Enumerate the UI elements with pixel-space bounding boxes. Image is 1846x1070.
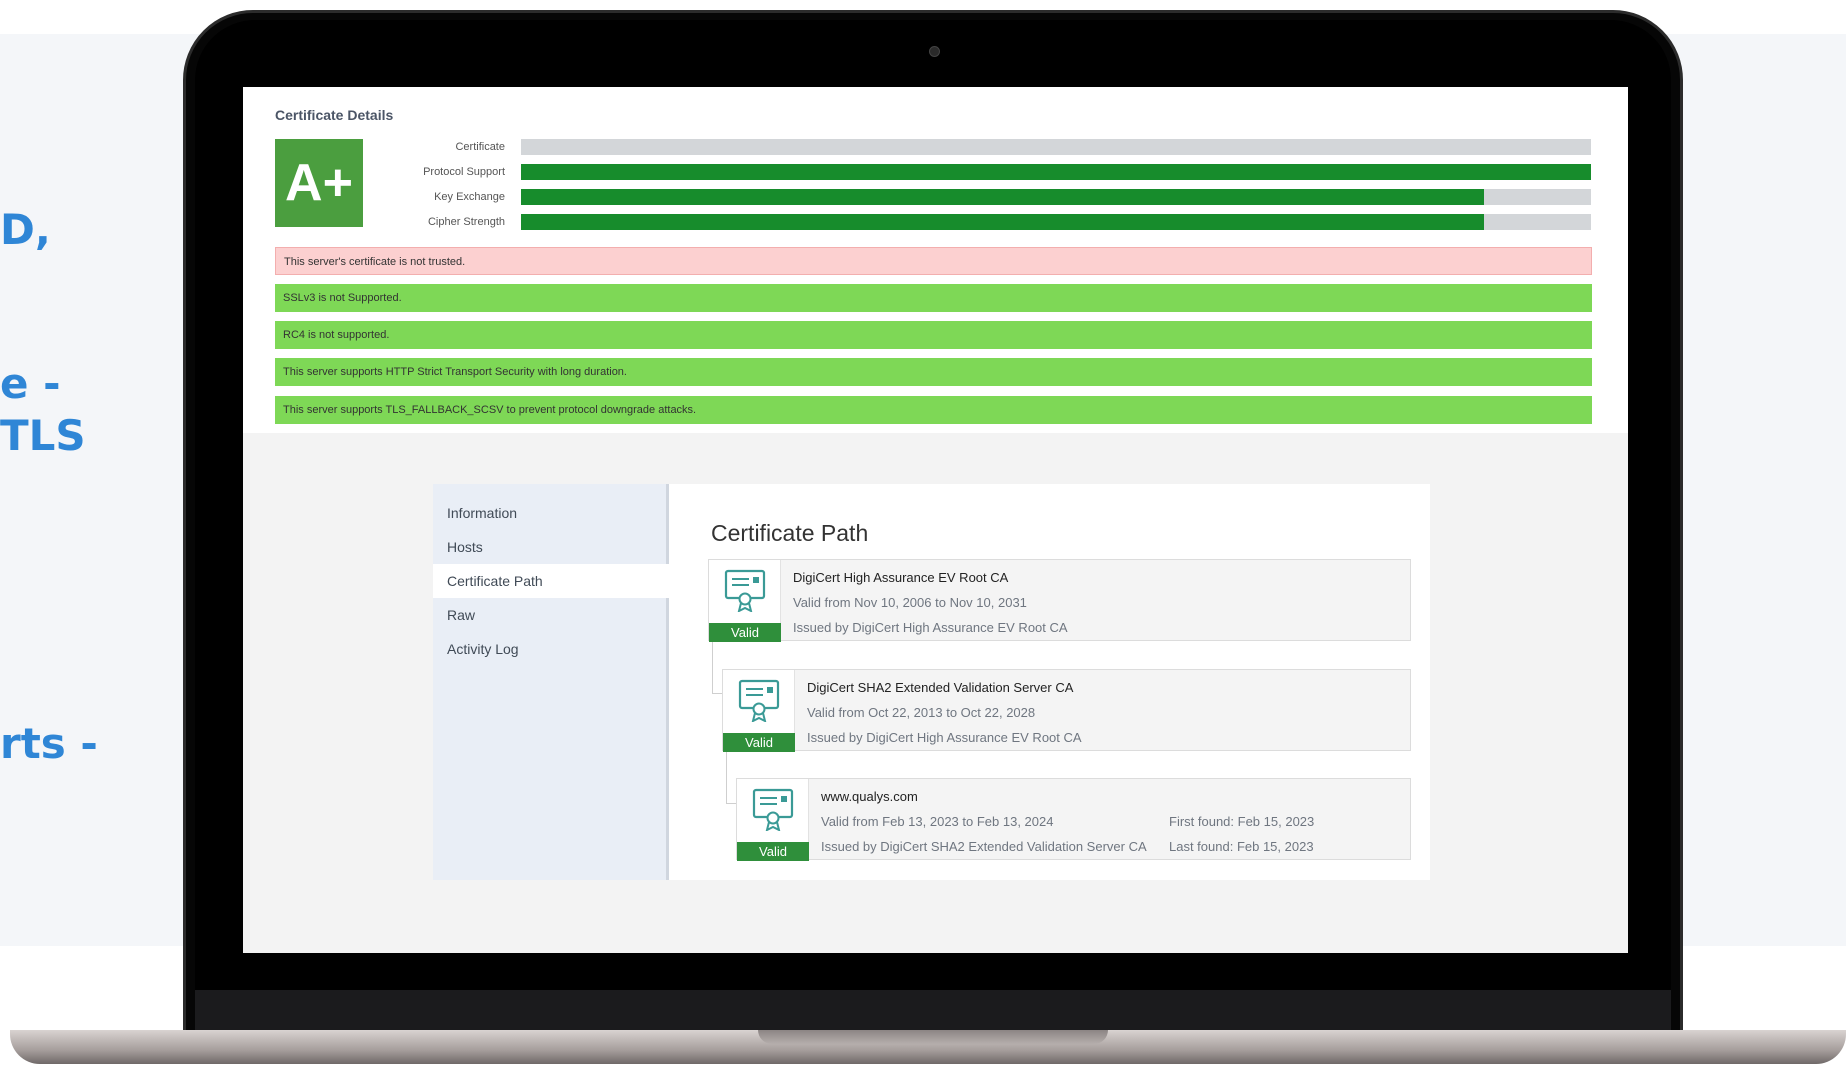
report-title: Certificate Details xyxy=(275,107,394,123)
sidebar-item-raw[interactable]: Raw xyxy=(433,598,669,632)
cert-first-found: First found: Feb 15, 2023 xyxy=(1169,814,1315,829)
certificate-path-panel: Information Hosts Certificate Path Raw A… xyxy=(433,484,1430,880)
sidebar: Information Hosts Certificate Path Raw A… xyxy=(433,484,670,880)
sidebar-item-information[interactable]: Information xyxy=(433,496,669,530)
certificate-icon xyxy=(724,569,766,612)
score-bar-cipher-strength: Cipher Strength xyxy=(333,214,1591,230)
cert-issuer: Issued by DigiCert High Assurance EV Roo… xyxy=(793,620,1068,635)
side-text-line-2: e - xyxy=(0,359,61,408)
score-bar-track xyxy=(521,214,1591,230)
score-bar-track xyxy=(521,189,1591,205)
valid-badge: Valid xyxy=(723,733,795,752)
message-hsts: This server supports HTTP Strict Transpo… xyxy=(275,358,1592,386)
certificate-details-panel: Certificate Details A+ Certificate Proto… xyxy=(243,87,1628,433)
valid-badge: Valid xyxy=(709,623,781,642)
cert-icon-box: Valid xyxy=(723,670,795,752)
score-bar-fill xyxy=(521,214,1484,230)
cert-validity: Valid from Feb 13, 2023 to Feb 13, 2024 xyxy=(821,814,1054,829)
sidebar-item-hosts[interactable]: Hosts xyxy=(433,530,669,564)
cert-icon-box: Valid xyxy=(709,560,781,642)
laptop-screen: Certificate Details A+ Certificate Proto… xyxy=(243,87,1628,953)
camera-icon xyxy=(929,46,940,57)
score-bar-track xyxy=(521,164,1591,180)
message-sslv3: SSLv3 is not Supported. xyxy=(275,284,1592,312)
cert-issuer: Issued by DigiCert SHA2 Extended Validat… xyxy=(821,839,1147,854)
score-bar-label: Certificate xyxy=(455,141,505,153)
score-bar-certificate: Certificate xyxy=(333,139,1591,155)
cert-name: DigiCert SHA2 Extended Validation Server… xyxy=(807,680,1074,695)
cert-card-intermediate[interactable]: Valid DigiCert SHA2 Extended Validation … xyxy=(722,669,1411,752)
sidebar-item-activity-log[interactable]: Activity Log xyxy=(433,632,669,666)
score-bar-fill xyxy=(521,189,1484,205)
cert-card-root[interactable]: Valid DigiCert High Assurance EV Root CA… xyxy=(708,559,1411,642)
cert-name: www.qualys.com xyxy=(821,789,918,804)
score-bar-protocol-support: Protocol Support xyxy=(333,164,1591,180)
message-rc4: RC4 is not supported. xyxy=(275,321,1592,349)
side-text-line-1: D, xyxy=(0,205,51,254)
message-tls-fallback: This server supports TLS_FALLBACK_SCSV t… xyxy=(275,396,1592,424)
valid-badge: Valid xyxy=(737,842,809,861)
cert-name: DigiCert High Assurance EV Root CA xyxy=(793,570,1009,585)
page-title: Certificate Path xyxy=(711,520,869,546)
score-bar-label: Protocol Support xyxy=(423,166,505,178)
message-cert-not-trusted: This server's certificate is not trusted… xyxy=(275,247,1592,275)
score-bar-fill xyxy=(521,164,1591,180)
score-bar-key-exchange: Key Exchange xyxy=(333,189,1591,205)
cert-validity: Valid from Nov 10, 2006 to Nov 10, 2031 xyxy=(793,595,1027,610)
side-text-line-4: rts - xyxy=(0,719,98,768)
cert-validity: Valid from Oct 22, 2013 to Oct 22, 2028 xyxy=(807,705,1036,720)
score-bar-label: Cipher Strength xyxy=(427,216,505,228)
score-bar-track xyxy=(521,139,1591,155)
side-text-line-3: TLS xyxy=(0,411,86,460)
score-bar-label: Key Exchange xyxy=(434,191,505,203)
laptop-bezel-bottom xyxy=(195,990,1671,1034)
cert-last-found: Last found: Feb 15, 2023 xyxy=(1169,839,1314,854)
cert-issuer: Issued by DigiCert High Assurance EV Roo… xyxy=(807,730,1082,745)
cert-icon-box: Valid xyxy=(737,779,809,861)
sidebar-item-certificate-path[interactable]: Certificate Path xyxy=(433,564,670,598)
cert-card-leaf[interactable]: Valid www.qualys.com Valid from Feb 13, … xyxy=(736,778,1411,861)
certificate-icon xyxy=(752,788,794,831)
laptop-base-notch xyxy=(758,1030,1108,1044)
certificate-icon xyxy=(738,679,780,722)
